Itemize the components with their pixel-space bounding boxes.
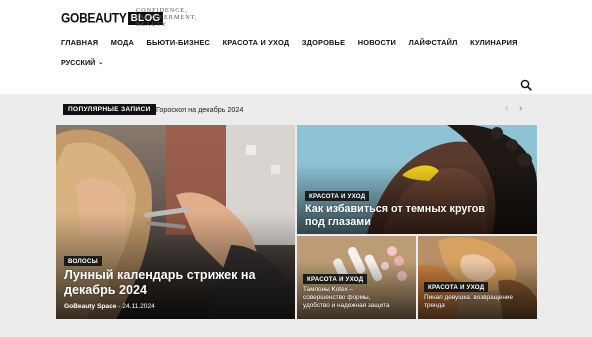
nav-item-news[interactable]: НОВОСТИ — [358, 38, 396, 47]
article-title[interactable]: Лунный календарь стрижек на декабрь 2024 — [64, 268, 256, 298]
title-line: удобство и надежная защита — [303, 302, 390, 309]
nav-item-beauty-care[interactable]: КРАСОТА И УХОД — [223, 38, 290, 47]
title-line: Тампоны Kotex – — [303, 286, 354, 293]
main-nav: ГЛАВНАЯ МОДА БЬЮТИ-БИЗНЕС КРАСОТА И УХОД… — [61, 38, 530, 47]
site-tagline: CONFIDENCE, EMPOWERMENT, BEAUTY — [136, 7, 198, 28]
search-icon[interactable] — [520, 79, 532, 91]
title-line: Как избавиться от темных кругов — [305, 203, 485, 215]
logo-text: GOBEAUTY — [61, 9, 127, 27]
category-badge[interactable]: КРАСОТА И УХОД — [424, 282, 489, 292]
popular-post-link[interactable]: Гороскоп на декабрь 2024 — [156, 105, 243, 114]
article-title[interactable]: Пинап девушка: возвращение тренда — [424, 294, 513, 310]
article-meta: GoBeauty Space - 24.11.2024 — [64, 303, 155, 310]
category-badge[interactable]: КРАСОТА И УХОД — [303, 274, 368, 284]
title-line: декабрь 2024 — [64, 283, 148, 297]
featured-card-main[interactable]: ВОЛОСЫ Лунный календарь стрижек на декаб… — [56, 125, 295, 319]
post-date: - 24.11.2024 — [118, 303, 155, 310]
nav-item-home[interactable]: ГЛАВНАЯ — [61, 38, 98, 47]
title-line: Пинап девушка: возвращение — [424, 294, 514, 301]
tagline-line: BEAUTY — [136, 21, 168, 28]
language-label: РУССКИЙ — [61, 58, 96, 67]
language-selector[interactable]: РУССКИЙ ⌄ — [61, 58, 103, 67]
chevron-down-icon: ⌄ — [98, 60, 104, 66]
popular-posts-label: ПОПУЛЯРНЫЕ ЗАПИСИ — [63, 104, 156, 115]
featured-card-bottom-right[interactable]: КРАСОТА И УХОД Пинап девушка: возвращени… — [418, 236, 537, 319]
nav-item-fashion[interactable]: МОДА — [111, 38, 134, 47]
title-line: тренда — [424, 302, 445, 309]
nav-item-cooking[interactable]: КУЛИНАРИЯ — [470, 38, 518, 47]
title-line: Лунный календарь стрижек на — [64, 268, 256, 282]
category-badge[interactable]: КРАСОТА И УХОД — [305, 191, 370, 201]
chevron-left-icon[interactable]: ‹ — [505, 103, 508, 114]
tagline-line: CONFIDENCE, — [136, 7, 188, 14]
chevron-right-icon[interactable]: › — [519, 103, 522, 114]
title-line: под глазами — [305, 216, 371, 228]
nav-item-health[interactable]: ЗДОРОВЬЕ — [302, 38, 345, 47]
article-title[interactable]: Тампоны Kotex – совершенство формы, удоб… — [303, 286, 390, 310]
author-name[interactable]: GoBeauty Space — [64, 303, 116, 310]
featured-card-top-right[interactable]: КРАСОТА И УХОД Как избавиться от темных … — [297, 125, 537, 234]
category-badge[interactable]: ВОЛОСЫ — [64, 256, 102, 266]
featured-card-bottom-left[interactable]: КРАСОТА И УХОД Тампоны Kotex – совершенс… — [297, 236, 416, 319]
page: GOBEAUTY BLOG CONFIDENCE, EMPOWERMENT, B… — [0, 0, 592, 337]
nav-item-beauty-business[interactable]: БЬЮТИ-БИЗНЕС — [146, 38, 210, 47]
nav-item-lifestyle[interactable]: ЛАЙФСТАЙЛ — [409, 38, 458, 47]
tagline-line: EMPOWERMENT, — [136, 14, 198, 21]
article-title[interactable]: Как избавиться от темных кругов под глаз… — [305, 203, 485, 229]
title-line: совершенство формы, — [303, 294, 371, 301]
site-header: GOBEAUTY BLOG CONFIDENCE, EMPOWERMENT, B… — [0, 0, 592, 94]
